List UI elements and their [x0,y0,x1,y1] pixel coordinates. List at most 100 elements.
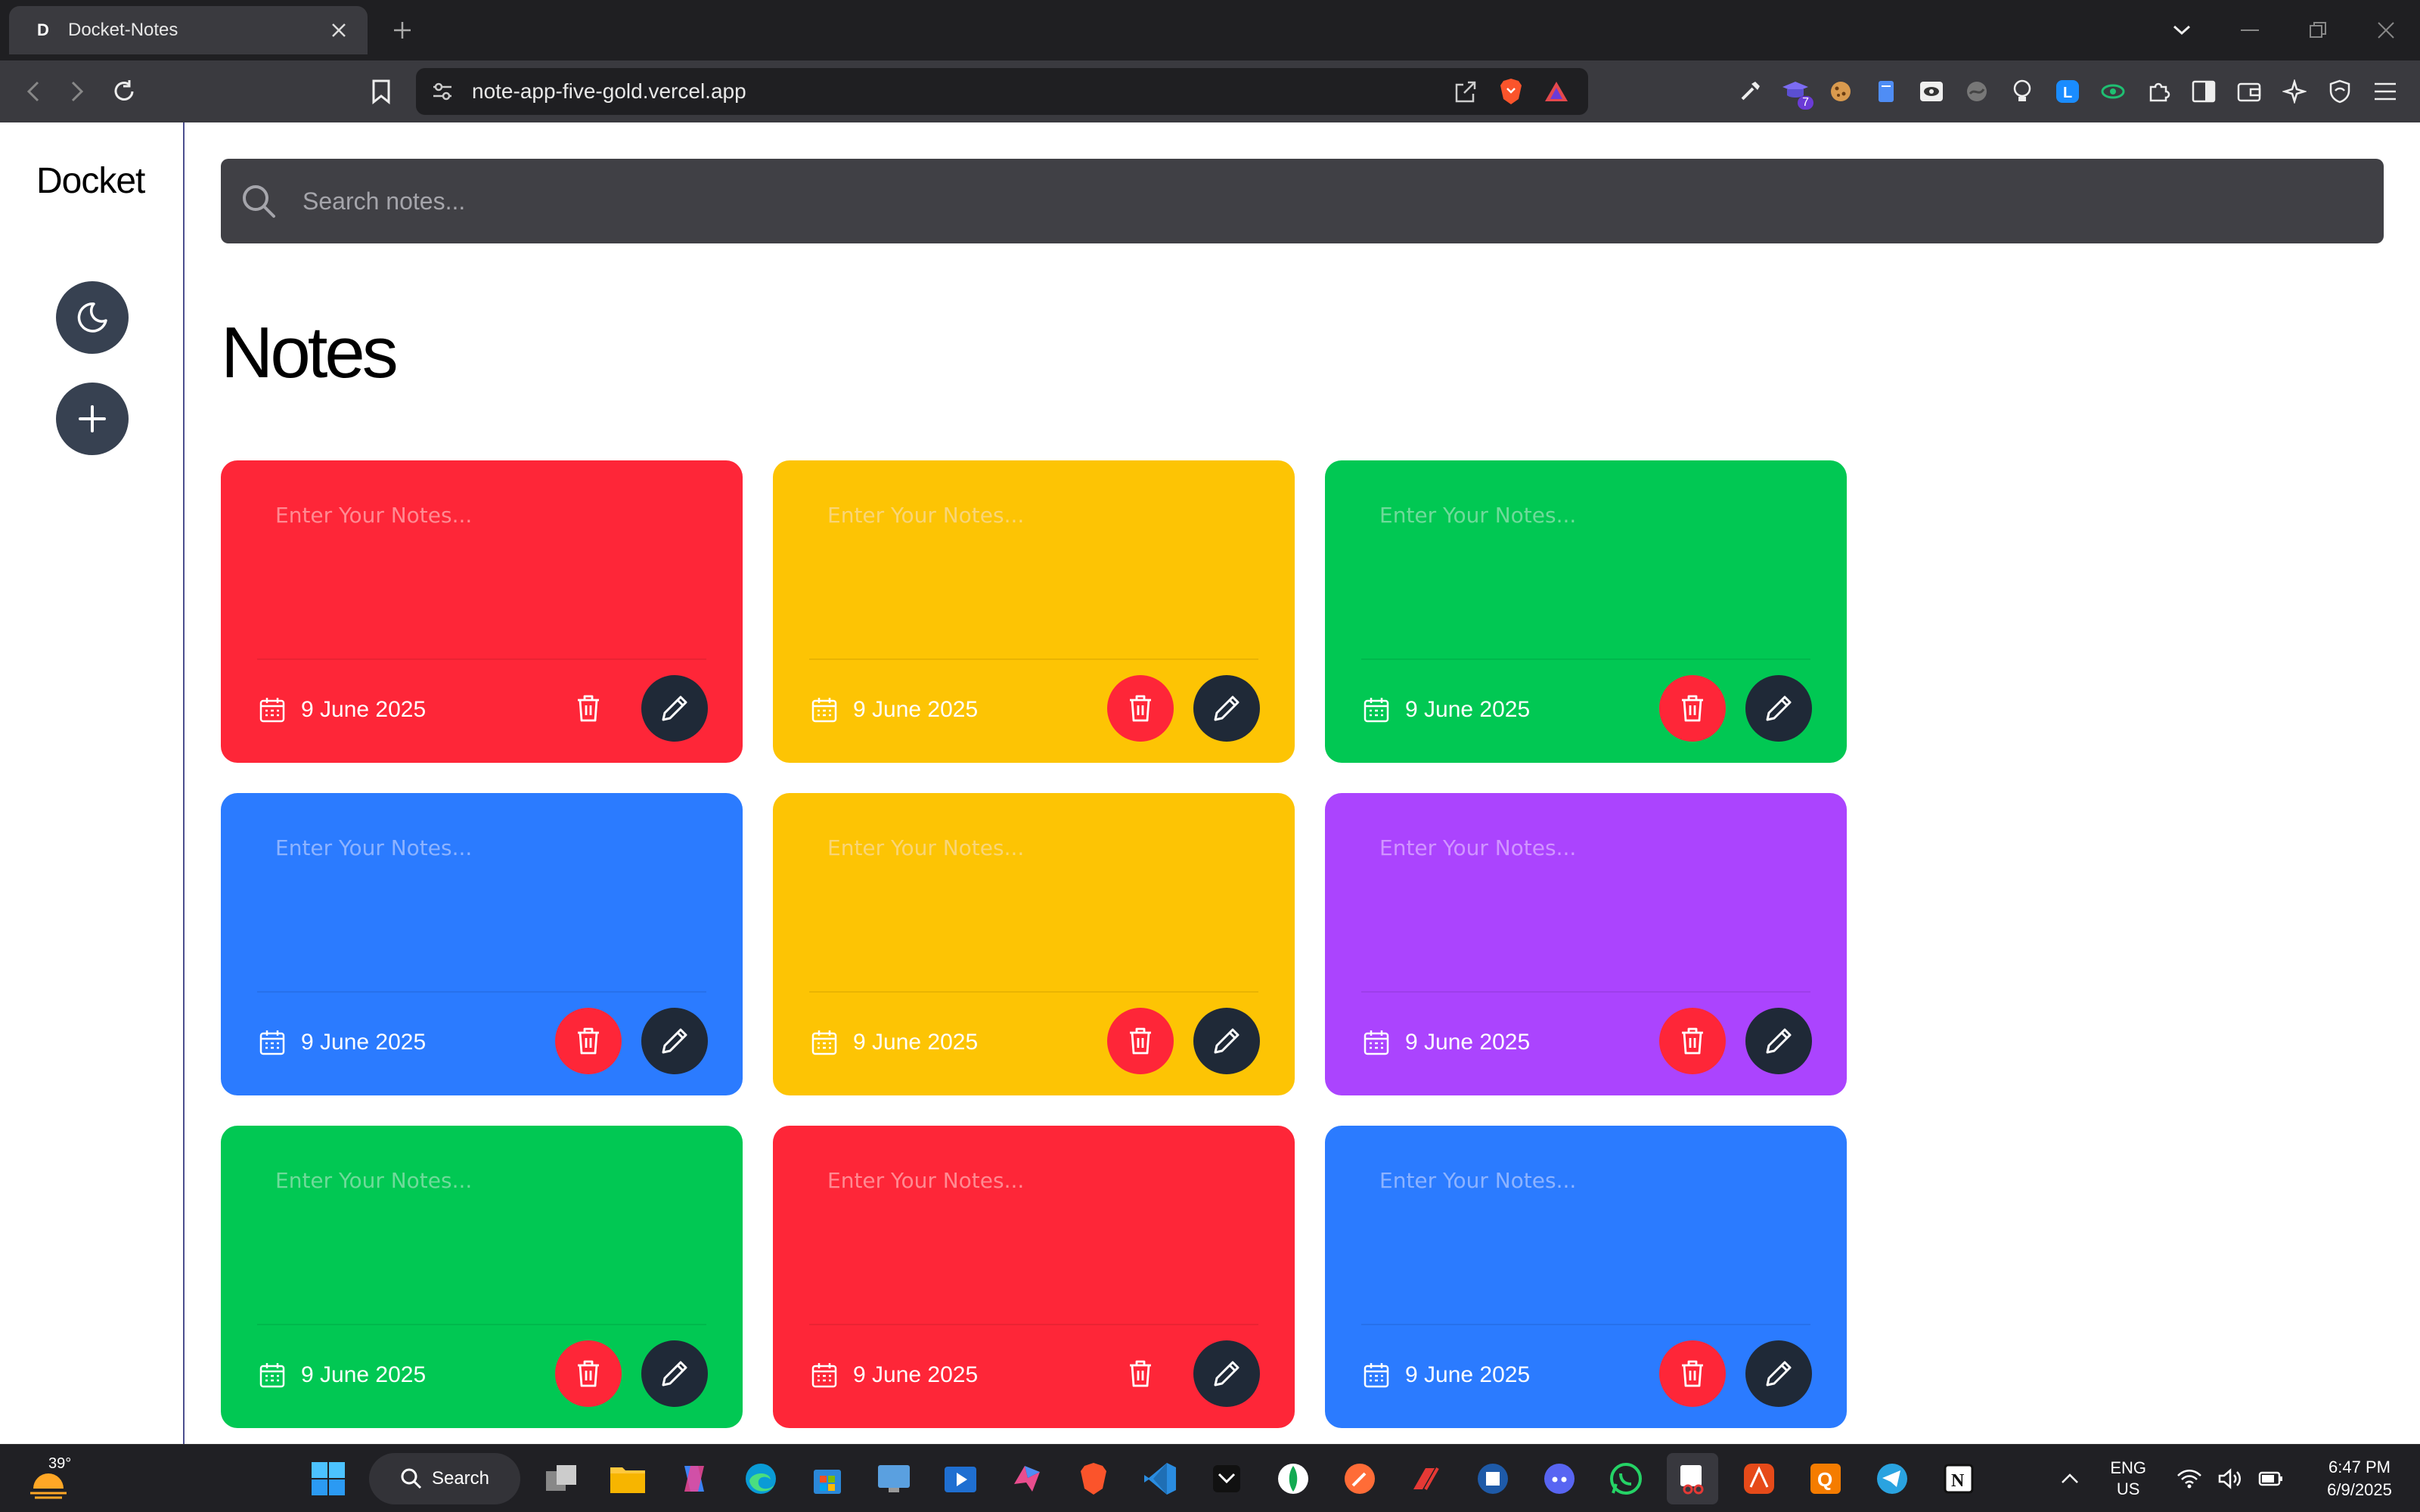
note-textarea[interactable] [1379,835,1803,926]
mongodb-compass-icon[interactable] [1267,1453,1319,1504]
spark-app-icon[interactable] [1001,1453,1053,1504]
pencil-icon [660,1359,689,1388]
delete-note-button[interactable] [1659,1340,1726,1407]
note-textarea[interactable] [275,503,699,593]
delete-note-button[interactable] [555,1340,622,1407]
note-date: 9 June 2025 [811,696,978,723]
eye-extension-icon[interactable] [1913,73,1950,110]
note-textarea[interactable] [275,835,699,926]
edit-note-button[interactable] [1193,675,1260,742]
notion-icon[interactable]: N [1933,1453,1984,1504]
blue-l-extension-icon[interactable]: L [2049,73,2086,110]
edit-note-button[interactable] [1745,1008,1812,1074]
green-leaf-extension-icon[interactable] [2095,73,2131,110]
snipping-tool-icon[interactable] [1667,1453,1718,1504]
file-explorer-icon[interactable] [602,1453,653,1504]
wallet-icon[interactable] [2231,73,2267,110]
postman-icon[interactable] [1334,1453,1385,1504]
media-player-icon[interactable] [935,1453,986,1504]
clock[interactable]: 6:47 PM 6/9/2025 [2314,1456,2405,1501]
brave-browser-icon[interactable] [1068,1453,1119,1504]
note-textarea[interactable] [827,835,1251,926]
delete-note-button[interactable] [1659,1008,1726,1074]
delete-note-button[interactable] [555,1008,622,1074]
note-textarea[interactable] [827,503,1251,593]
delete-note-button[interactable] [555,675,622,742]
language-indicator[interactable]: ENG US [2110,1458,2146,1500]
microsoft-store-icon[interactable] [802,1453,853,1504]
cookie-extension-icon[interactable] [1823,73,1859,110]
delete-note-button[interactable] [1107,1340,1174,1407]
graduation-cap-extension-icon[interactable]: 7 [1777,73,1813,110]
telegram-icon[interactable] [1866,1453,1918,1504]
share-icon[interactable] [1449,75,1482,108]
red-app-icon[interactable] [1401,1453,1452,1504]
restore-icon[interactable] [2284,0,2352,60]
delete-note-button[interactable] [1659,675,1726,742]
note-textarea[interactable] [1379,1168,1803,1259]
quick-settings[interactable] [2176,1468,2284,1489]
edit-note-button[interactable] [1193,1008,1260,1074]
dark-mode-button[interactable] [56,281,129,354]
show-hidden-icons-chevron[interactable] [2060,1473,2080,1485]
delete-note-button[interactable] [1107,675,1174,742]
close-tab-icon[interactable] [325,17,352,44]
site-settings-icon[interactable] [431,80,454,103]
edit-note-button[interactable] [641,1008,708,1074]
brave-rewards-icon[interactable] [1540,75,1573,108]
tab-search-chevron-icon[interactable] [2148,0,2216,60]
vpn-shield-icon[interactable] [2322,73,2358,110]
menu-icon[interactable] [2367,73,2403,110]
docs-extension-icon[interactable] [1868,73,1904,110]
back-icon[interactable] [15,73,51,110]
close-window-icon[interactable] [2352,0,2420,60]
search-input[interactable] [302,187,2369,215]
new-tab-icon[interactable] [386,14,419,47]
q-app-icon[interactable]: Q [1800,1453,1851,1504]
vscode-icon[interactable] [1134,1453,1186,1504]
note-date: 9 June 2025 [1363,1362,1530,1389]
reload-icon[interactable] [106,73,142,110]
extensions-puzzle-icon[interactable] [2140,73,2176,110]
taskbar-search-button[interactable]: Search [369,1453,520,1504]
bookmark-icon[interactable] [363,73,399,110]
windows-helper-icon[interactable] [1467,1453,1519,1504]
control-panel-icon[interactable] [868,1453,920,1504]
weather-widget[interactable]: 39° [27,1455,73,1501]
terminal-app-icon[interactable] [1201,1453,1252,1504]
trash-icon [576,1359,601,1388]
brand-logo[interactable]: Docket [36,160,145,202]
eyedropper-extension-icon[interactable] [1732,73,1768,110]
edit-note-button[interactable] [641,1340,708,1407]
forward-icon[interactable] [59,73,95,110]
edit-note-button[interactable] [641,675,708,742]
whatsapp-icon[interactable] [1600,1453,1652,1504]
discord-icon[interactable] [1534,1453,1585,1504]
browser-tab[interactable]: D Docket-Notes [9,6,368,54]
note-textarea[interactable] [1379,503,1803,593]
brave-shields-icon[interactable] [1494,75,1528,108]
edit-note-button[interactable] [1745,675,1812,742]
lightbulb-extension-icon[interactable] [2004,73,2040,110]
minimize-icon[interactable] [2216,0,2284,60]
note-date-text: 9 June 2025 [853,1030,979,1055]
note-divider [809,658,1258,660]
note-textarea[interactable] [275,1168,699,1259]
address-bar[interactable]: note-app-five-gold.vercel.app [416,68,1588,115]
search-bar [221,159,2384,243]
pencil-icon [1212,1027,1241,1055]
edit-note-button[interactable] [1193,1340,1260,1407]
edge-icon[interactable] [735,1453,786,1504]
delete-note-button[interactable] [1107,1008,1174,1074]
start-windows-icon[interactable] [302,1453,354,1504]
sidebar-toggle-icon[interactable] [2186,73,2222,110]
note-divider [1361,991,1810,993]
add-note-button[interactable] [56,383,129,455]
task-view-icon[interactable] [535,1453,587,1504]
affinity-app-icon[interactable] [1733,1453,1785,1504]
leo-ai-icon[interactable] [2276,73,2313,110]
copilot-icon[interactable] [669,1453,720,1504]
edit-note-button[interactable] [1745,1340,1812,1407]
note-textarea[interactable] [827,1168,1251,1259]
gray-circle-extension-icon[interactable] [1959,73,1995,110]
